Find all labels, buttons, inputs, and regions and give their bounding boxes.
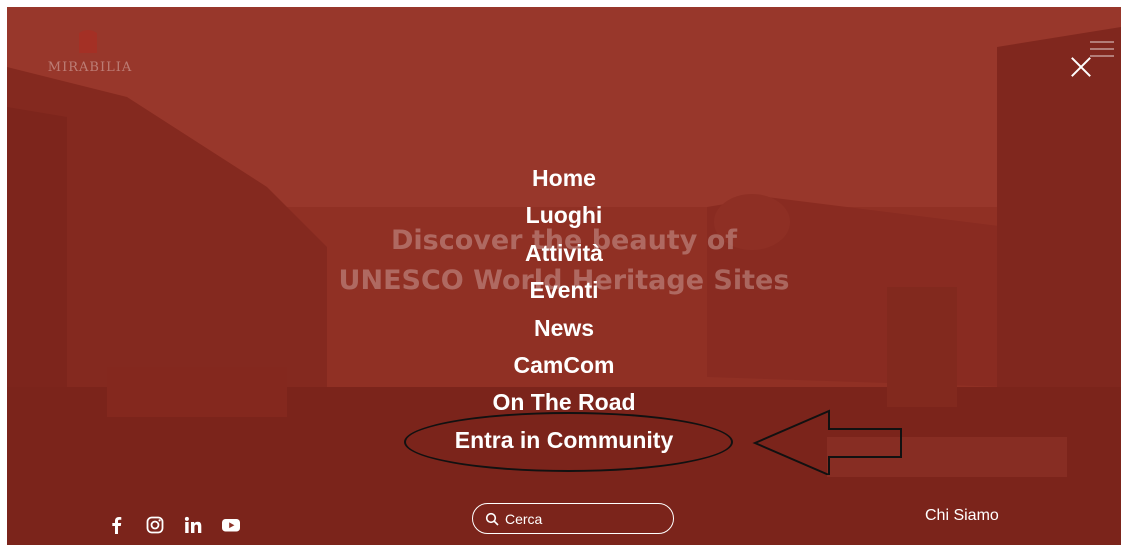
- menu-overlay-screen: MIRABILIA Discover the beauty of UNESCO …: [7, 7, 1121, 545]
- menu-item-on-the-road: On The Road: [7, 384, 1121, 421]
- menu-item-entra-in-community: Entra in Community: [7, 422, 1121, 459]
- menu-link-on-the-road[interactable]: On The Road: [492, 389, 635, 415]
- menu-link-news[interactable]: News: [534, 315, 594, 341]
- youtube-icon[interactable]: [221, 515, 241, 535]
- menu-link-luoghi[interactable]: Luoghi: [526, 202, 603, 228]
- menu-item-attivita: Attività: [7, 235, 1121, 272]
- search-box[interactable]: [472, 503, 674, 534]
- menu-item-home: Home: [7, 160, 1121, 197]
- hamburger-icon: [1090, 39, 1114, 59]
- brand-logo[interactable]: MIRABILIA: [35, 27, 145, 83]
- instagram-icon[interactable]: [145, 515, 165, 535]
- annotation-arrow-icon: [752, 409, 902, 475]
- menu-link-entra-in-community[interactable]: Entra in Community: [455, 427, 674, 453]
- menu-item-camcom: CamCom: [7, 347, 1121, 384]
- logo-mark-icon: [79, 30, 97, 53]
- menu-link-camcom[interactable]: CamCom: [514, 352, 615, 378]
- social-links: [107, 512, 241, 538]
- chi-siamo-link[interactable]: Chi Siamo: [925, 507, 999, 525]
- logo-text: MIRABILIA: [47, 60, 133, 75]
- menu-link-attivita[interactable]: Attività: [525, 240, 603, 266]
- close-menu-button[interactable]: [1069, 55, 1093, 79]
- menu-item-eventi: Eventi: [7, 272, 1121, 309]
- search-icon: [485, 512, 499, 526]
- linkedin-icon[interactable]: [183, 515, 203, 535]
- menu-item-luoghi: Luoghi: [7, 197, 1121, 234]
- menu-link-home[interactable]: Home: [532, 165, 596, 191]
- menu-item-news: News: [7, 310, 1121, 347]
- menu-link-eventi[interactable]: Eventi: [529, 277, 598, 303]
- main-navigation: Home Luoghi Attività Eventi News CamCom …: [7, 160, 1121, 459]
- search-input[interactable]: [505, 510, 665, 527]
- facebook-icon[interactable]: [107, 515, 127, 535]
